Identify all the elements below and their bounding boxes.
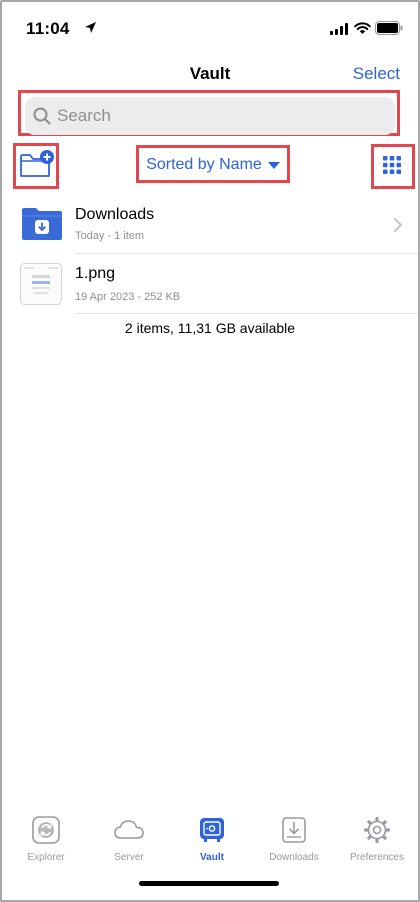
storage-summary: 2 items, 11,31 GB available — [124, 320, 296, 336]
gear-icon — [363, 814, 391, 846]
caret-down-icon — [267, 161, 280, 169]
tab-downloads[interactable]: Downloads — [254, 814, 334, 863]
location-arrow-icon — [85, 22, 96, 33]
chevron-right-icon — [394, 218, 402, 232]
home-indicator — [139, 881, 279, 886]
list-item-1-png[interactable]: 1.png 19 Apr 2023 - 252 KB — [2, 256, 418, 312]
new-folder-icon[interactable] — [19, 149, 55, 179]
tab-explorer[interactable]: Explorer — [6, 814, 86, 863]
wifi-icon — [354, 22, 371, 34]
tab-vault[interactable]: Vault — [172, 814, 252, 863]
cloud-icon — [113, 814, 145, 846]
cellular-signal-icon — [330, 23, 348, 35]
tab-label: Explorer — [27, 852, 65, 863]
vault-icon — [198, 814, 226, 846]
download-tray-icon — [281, 814, 307, 846]
tab-label: Downloads — [269, 852, 319, 863]
status-time: 11:04 — [26, 19, 70, 38]
row-divider — [75, 253, 418, 254]
tab-preferences[interactable]: Preferences — [337, 814, 417, 863]
sort-dropdown[interactable]: Sorted by Name — [138, 146, 288, 184]
file-meta: 19 Apr 2023 - 252 KB — [75, 291, 181, 303]
sort-label: Sorted by Name — [146, 156, 262, 173]
phone-screen: 11:04 Vault Select Search Sorted by Name… — [0, 0, 420, 902]
tab-label: Server — [114, 852, 144, 863]
tab-server[interactable]: Server — [89, 814, 169, 863]
file-meta: Today - 1 item — [75, 230, 145, 242]
search-input[interactable] — [57, 106, 357, 126]
folder-download-icon — [22, 208, 62, 240]
file-name: 1.png — [75, 265, 116, 282]
tab-label: Vault — [200, 852, 224, 863]
status-bar: 11:04 — [2, 2, 418, 54]
search-icon — [33, 107, 51, 125]
image-thumbnail — [20, 263, 62, 305]
select-button[interactable]: Select — [353, 64, 400, 84]
tab-label: Preferences — [350, 852, 404, 863]
search-bar[interactable] — [25, 97, 395, 135]
row-divider — [75, 313, 418, 314]
battery-icon — [375, 21, 403, 35]
list-item-downloads[interactable]: Downloads Today - 1 item — [2, 198, 418, 254]
file-name: Downloads — [75, 206, 155, 223]
tab-bar: Explorer Server Vault Downloads Preferen… — [2, 814, 418, 874]
explorer-icon — [32, 814, 60, 846]
grid-view-icon[interactable] — [383, 156, 401, 174]
